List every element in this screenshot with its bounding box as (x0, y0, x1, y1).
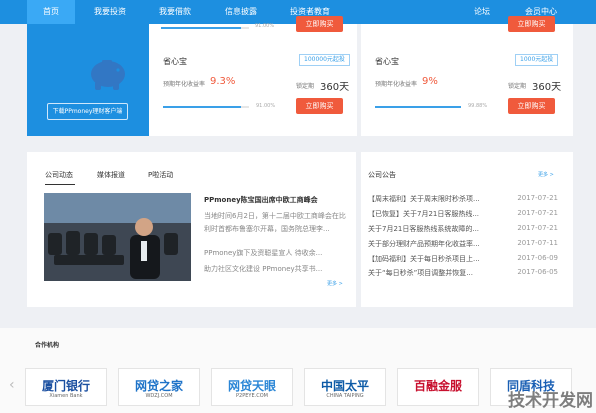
partners-title: 合作机构 (35, 342, 60, 349)
period-value: 360天 (320, 82, 350, 93)
nav-borrow[interactable]: 我要借款 (159, 0, 191, 24)
period-label: 锁定期 (296, 83, 315, 90)
product-card: 91.00% 立即购买 省心宝 100000元起投 预期年化收益率 9.3% 锁… (149, 16, 357, 136)
product-name: 省心宝 (163, 57, 187, 66)
progress-bar (163, 106, 249, 108)
nav-invest[interactable]: 我要投资 (94, 0, 126, 24)
announcements-more-link[interactable]: 更多 > (538, 171, 554, 178)
nav-forum[interactable]: 论坛 (474, 0, 490, 24)
rate-label: 预期年化收益率 (375, 81, 418, 88)
buy-now-button[interactable]: 立即购买 (296, 98, 343, 114)
chevron-left-icon[interactable]: ‹ (9, 377, 15, 393)
rate-label: 预期年化收益率 (163, 81, 206, 88)
news-summary-line: 利时首都布鲁塞尔开幕，国务院总理李... (204, 225, 330, 233)
app-download-banner: 下载PPmoney理财客户端 (27, 24, 149, 136)
nav-home[interactable]: 首页 (27, 0, 75, 24)
news-more-link[interactable]: 更多 > (327, 280, 343, 287)
min-invest-tag: 100000元起投 (299, 54, 350, 66)
min-invest-tag: 1000元起投 (515, 54, 559, 66)
tab-p-activities[interactable]: P啦活动 (148, 170, 173, 180)
news-headline[interactable]: PPmoney陈宝国出席中欧工商峰会 (204, 195, 318, 205)
period-label: 锁定期 (508, 83, 527, 90)
progress-text: 91.00% (255, 23, 275, 29)
partner-logo-china-taiping[interactable]: 中国太平 CHINA TAIPING (304, 368, 386, 406)
progress-bar (161, 27, 249, 29)
buy-now-button[interactable]: 立即购买 (508, 16, 555, 32)
announcements-title: 公司公告 (368, 171, 396, 179)
buy-now-button[interactable]: 立即购买 (296, 16, 343, 32)
watermark: 技术开发网 (508, 391, 593, 411)
rate-value: 9% (422, 76, 438, 87)
progress-bar (375, 106, 461, 108)
buy-now-button[interactable]: 立即购买 (508, 98, 555, 114)
period-value: 360天 (532, 82, 562, 93)
piggy-bank-icon (91, 60, 125, 90)
news-summary-line: 当地时间6月2日，第十二届中欧工商峰会在比 (204, 212, 346, 220)
tab-company-news[interactable]: 公司动态 (45, 170, 73, 180)
announcement-item[interactable]: 【加码福利】关于每日秒杀项目上... 2017-06-09 (368, 254, 558, 267)
product-card: 立即购买 省心宝 1000元起投 预期年化收益率 9% 锁定期 360天 99.… (361, 16, 573, 136)
product-name: 省心宝 (375, 57, 399, 66)
nav-disclosure[interactable]: 信息披露 (225, 0, 257, 24)
announcement-item[interactable]: 关于部分理财产品预期年化收益率... 2017-07-11 (368, 239, 558, 252)
rate-value: 9.3% (210, 76, 236, 87)
partner-logo-bairong[interactable]: 百融金服 (397, 368, 479, 406)
news-photo[interactable] (44, 193, 191, 281)
partner-logo-xiamen-bank[interactable]: 厦门银行 Xiamen Bank (25, 368, 107, 406)
active-tab-underline (45, 184, 75, 185)
download-app-button[interactable]: 下载PPmoney理财客户端 (47, 103, 128, 120)
announcement-item[interactable]: 关于“每日秒杀”项目调整并恢复... 2017-06-05 (368, 268, 558, 281)
news-item[interactable]: 助力社区文化建设 PPmoney共享书... (204, 264, 322, 274)
announcement-item[interactable]: 关于7月21日客服热线系统故障的... 2017-07-21 (368, 224, 558, 237)
announcement-item[interactable]: 【周末福利】关于周末限时秒杀项... 2017-07-21 (368, 194, 558, 207)
progress-text: 91.00% (256, 103, 276, 109)
partner-logo-p2peye[interactable]: 网贷天眼 P2PEYE.COM (211, 368, 293, 406)
announcement-item[interactable]: 【已恢复】关于7月21日客服热线... 2017-07-21 (368, 209, 558, 222)
news-item[interactable]: PPmoney旗下及资聪星宣人 待收余... (204, 248, 322, 258)
progress-text: 99.88% (468, 103, 488, 109)
news-panel: 公司动态 媒体报道 P啦活动 PPmoney陈宝国出席中欧工商峰会 当地时间6月… (27, 152, 356, 307)
tab-media-reports[interactable]: 媒体报道 (97, 170, 125, 180)
partner-logo-wdzj[interactable]: 网贷之家 WDZJ.COM (118, 368, 200, 406)
